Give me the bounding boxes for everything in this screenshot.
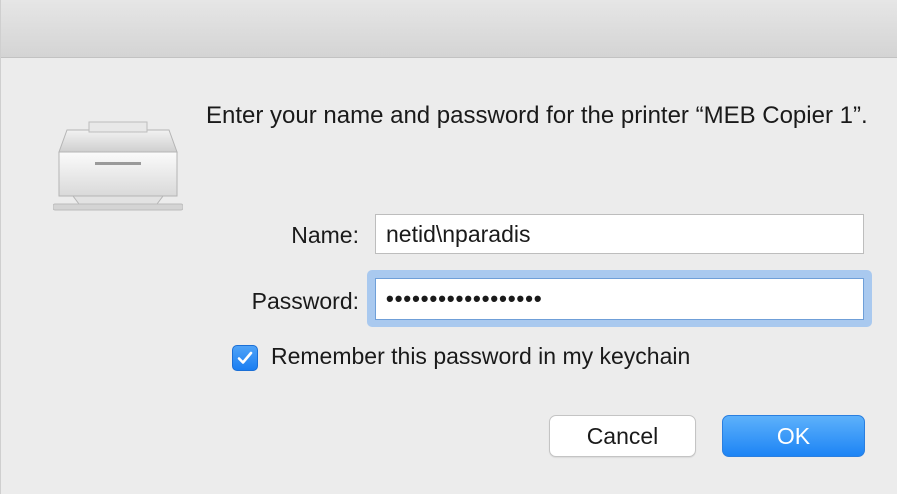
- printer-auth-dialog: Enter your name and password for the pri…: [0, 0, 897, 494]
- checkmark-icon: [237, 351, 253, 364]
- dialog-titlebar[interactable]: [1, 0, 897, 58]
- ok-button[interactable]: OK: [722, 415, 865, 457]
- remember-label[interactable]: Remember this password in my keychain: [271, 343, 690, 370]
- dialog-message: Enter your name and password for the pri…: [206, 102, 868, 129]
- password-field[interactable]: [375, 278, 864, 320]
- remember-checkbox[interactable]: [232, 345, 258, 371]
- cancel-button[interactable]: Cancel: [549, 415, 696, 457]
- name-label: Name:: [291, 222, 359, 248]
- name-field[interactable]: [375, 214, 864, 254]
- printer-icon: [52, 108, 184, 212]
- password-label: Password:: [251, 288, 359, 314]
